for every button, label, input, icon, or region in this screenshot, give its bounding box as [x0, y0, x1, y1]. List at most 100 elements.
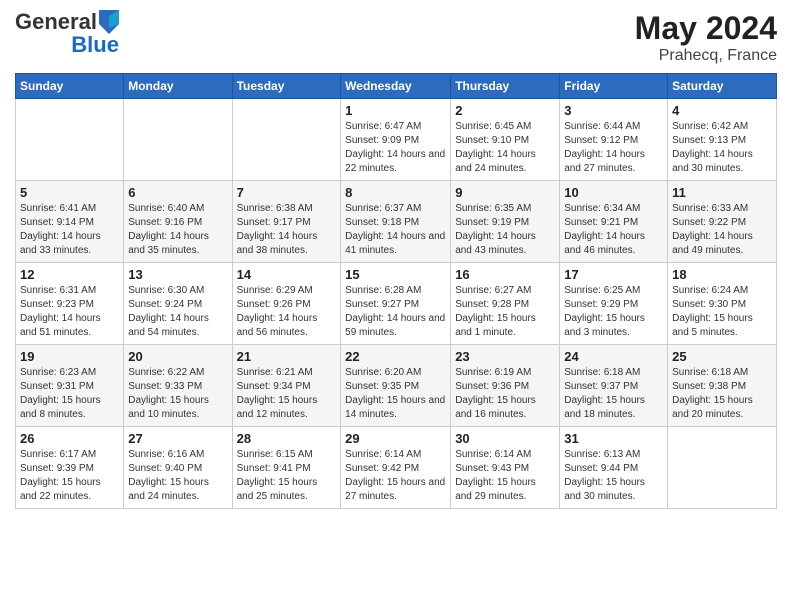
day-cell: 14 Sunrise: 6:29 AMSunset: 9:26 PMDayligh…: [232, 263, 341, 345]
day-cell: 11 Sunrise: 6:33 AMSunset: 9:22 PMDayligh…: [668, 181, 777, 263]
day-info: Sunrise: 6:22 AMSunset: 9:33 PMDaylight:…: [128, 366, 227, 422]
day-info: Sunrise: 6:15 AMSunset: 9:41 PMDaylight:…: [237, 448, 337, 504]
day-cell: 24 Sunrise: 6:18 AMSunset: 9:37 PMDayligh…: [560, 345, 668, 427]
logo-icon: [99, 10, 119, 34]
day-info: Sunrise: 6:17 AMSunset: 9:39 PMDaylight:…: [20, 448, 119, 504]
weekday-tuesday: Tuesday: [232, 74, 341, 99]
day-number: 3: [564, 103, 663, 118]
day-cell: 26Sunrise: 6:17 AMSunset: 9:39 PMDayligh…: [16, 427, 124, 509]
day-number: 24: [564, 349, 663, 364]
day-number: 27: [128, 431, 227, 446]
day-number: 8: [345, 185, 446, 200]
day-cell: 25 Sunrise: 6:18 AMSunset: 9:38 PMDayligh…: [668, 345, 777, 427]
day-info: Sunrise: 6:42 AMSunset: 9:13 PMDaylight:…: [672, 120, 772, 176]
day-cell: 7 Sunrise: 6:38 AMSunset: 9:17 PMDaylight…: [232, 181, 341, 263]
day-info: Sunrise: 6:23 AMSunset: 9:31 PMDaylight:…: [20, 366, 119, 422]
day-number: 12: [20, 267, 119, 282]
day-info: Sunrise: 6:21 AMSunset: 9:34 PMDaylight:…: [237, 366, 337, 422]
day-number: 6: [128, 185, 227, 200]
calendar: SundayMondayTuesdayWednesdayThursdayFrid…: [15, 73, 777, 509]
title-block: May 2024 Prahecq, France: [635, 10, 777, 65]
day-number: 5: [20, 185, 119, 200]
day-number: 18: [672, 267, 772, 282]
day-cell: 27 Sunrise: 6:16 AMSunset: 9:40 PMDayligh…: [124, 427, 232, 509]
day-number: 22: [345, 349, 446, 364]
day-cell: [232, 99, 341, 181]
weekday-saturday: Saturday: [668, 74, 777, 99]
day-info: Sunrise: 6:33 AMSunset: 9:22 PMDaylight:…: [672, 202, 772, 258]
day-cell: 2Sunrise: 6:45 AMSunset: 9:10 PMDaylight…: [451, 99, 560, 181]
header: General Blue May 2024 Prahecq, France: [15, 10, 777, 65]
day-info: Sunrise: 6:25 AMSunset: 9:29 PMDaylight:…: [564, 284, 663, 340]
day-info: Sunrise: 6:45 AMSunset: 9:10 PMDaylight:…: [455, 120, 555, 176]
day-cell: [16, 99, 124, 181]
day-info: Sunrise: 6:18 AMSunset: 9:37 PMDaylight:…: [564, 366, 663, 422]
day-cell: 28Sunrise: 6:15 AMSunset: 9:41 PMDayligh…: [232, 427, 341, 509]
day-info: Sunrise: 6:13 AMSunset: 9:44 PMDaylight:…: [564, 448, 663, 504]
day-cell: 19 Sunrise: 6:23 AMSunset: 9:31 PMDayligh…: [16, 345, 124, 427]
day-number: 29: [345, 431, 446, 446]
week-row-4: 26Sunrise: 6:17 AMSunset: 9:39 PMDayligh…: [16, 427, 777, 509]
day-cell: 20 Sunrise: 6:22 AMSunset: 9:33 PMDayligh…: [124, 345, 232, 427]
day-cell: 31Sunrise: 6:13 AMSunset: 9:44 PMDayligh…: [560, 427, 668, 509]
day-cell: 18Sunrise: 6:24 AMSunset: 9:30 PMDayligh…: [668, 263, 777, 345]
day-info: Sunrise: 6:16 AMSunset: 9:40 PMDaylight:…: [128, 448, 227, 504]
weekday-header-row: SundayMondayTuesdayWednesdayThursdayFrid…: [16, 74, 777, 99]
day-number: 14: [237, 267, 337, 282]
day-info: Sunrise: 6:14 AMSunset: 9:43 PMDaylight:…: [455, 448, 555, 504]
day-info: Sunrise: 6:44 AMSunset: 9:12 PMDaylight:…: [564, 120, 663, 176]
page: General Blue May 2024 Prahecq, France Su…: [0, 0, 792, 612]
month-title: May 2024: [635, 10, 777, 47]
logo-blue-text: Blue: [71, 34, 119, 56]
day-cell: 21 Sunrise: 6:21 AMSunset: 9:34 PMDayligh…: [232, 345, 341, 427]
day-cell: 8 Sunrise: 6:37 AMSunset: 9:18 PMDaylight…: [341, 181, 451, 263]
day-cell: 22Sunrise: 6:20 AMSunset: 9:35 PMDayligh…: [341, 345, 451, 427]
day-info: Sunrise: 6:14 AMSunset: 9:42 PMDaylight:…: [345, 448, 446, 504]
day-info: Sunrise: 6:29 AMSunset: 9:26 PMDaylight:…: [237, 284, 337, 340]
location-title: Prahecq, France: [635, 47, 777, 65]
day-number: 1: [345, 103, 446, 118]
day-info: Sunrise: 6:18 AMSunset: 9:38 PMDaylight:…: [672, 366, 772, 422]
day-number: 13: [128, 267, 227, 282]
day-info: Sunrise: 6:19 AMSunset: 9:36 PMDaylight:…: [455, 366, 555, 422]
week-row-0: 1 Sunrise: 6:47 AMSunset: 9:09 PMDaylight…: [16, 99, 777, 181]
day-cell: 15Sunrise: 6:28 AMSunset: 9:27 PMDayligh…: [341, 263, 451, 345]
day-number: 4: [672, 103, 772, 118]
day-cell: 17Sunrise: 6:25 AMSunset: 9:29 PMDayligh…: [560, 263, 668, 345]
day-number: 7: [237, 185, 337, 200]
day-info: Sunrise: 6:47 AMSunset: 9:09 PMDaylight:…: [345, 120, 446, 176]
day-cell: 5Sunrise: 6:41 AMSunset: 9:14 PMDaylight…: [16, 181, 124, 263]
day-info: Sunrise: 6:38 AMSunset: 9:17 PMDaylight:…: [237, 202, 337, 258]
day-cell: 23 Sunrise: 6:19 AMSunset: 9:36 PMDayligh…: [451, 345, 560, 427]
day-number: 11: [672, 185, 772, 200]
day-number: 16: [455, 267, 555, 282]
day-cell: 6 Sunrise: 6:40 AMSunset: 9:16 PMDaylight…: [124, 181, 232, 263]
logo-general-text: General: [15, 11, 97, 33]
day-cell: [668, 427, 777, 509]
day-number: 20: [128, 349, 227, 364]
day-cell: 4 Sunrise: 6:42 AMSunset: 9:13 PMDaylight…: [668, 99, 777, 181]
day-cell: 10Sunrise: 6:34 AMSunset: 9:21 PMDayligh…: [560, 181, 668, 263]
day-cell: 9Sunrise: 6:35 AMSunset: 9:19 PMDaylight…: [451, 181, 560, 263]
day-cell: 1 Sunrise: 6:47 AMSunset: 9:09 PMDaylight…: [341, 99, 451, 181]
day-info: Sunrise: 6:30 AMSunset: 9:24 PMDaylight:…: [128, 284, 227, 340]
day-number: 30: [455, 431, 555, 446]
weekday-friday: Friday: [560, 74, 668, 99]
day-number: 10: [564, 185, 663, 200]
day-cell: 16 Sunrise: 6:27 AMSunset: 9:28 PMDayligh…: [451, 263, 560, 345]
day-info: Sunrise: 6:37 AMSunset: 9:18 PMDaylight:…: [345, 202, 446, 258]
day-number: 23: [455, 349, 555, 364]
day-info: Sunrise: 6:40 AMSunset: 9:16 PMDaylight:…: [128, 202, 227, 258]
day-number: 25: [672, 349, 772, 364]
week-row-1: 5Sunrise: 6:41 AMSunset: 9:14 PMDaylight…: [16, 181, 777, 263]
day-cell: 12Sunrise: 6:31 AMSunset: 9:23 PMDayligh…: [16, 263, 124, 345]
weekday-thursday: Thursday: [451, 74, 560, 99]
day-cell: 13 Sunrise: 6:30 AMSunset: 9:24 PMDayligh…: [124, 263, 232, 345]
day-number: 19: [20, 349, 119, 364]
day-info: Sunrise: 6:27 AMSunset: 9:28 PMDaylight:…: [455, 284, 555, 340]
day-number: 21: [237, 349, 337, 364]
weekday-wednesday: Wednesday: [341, 74, 451, 99]
logo: General Blue: [15, 10, 119, 56]
weekday-monday: Monday: [124, 74, 232, 99]
weekday-sunday: Sunday: [16, 74, 124, 99]
